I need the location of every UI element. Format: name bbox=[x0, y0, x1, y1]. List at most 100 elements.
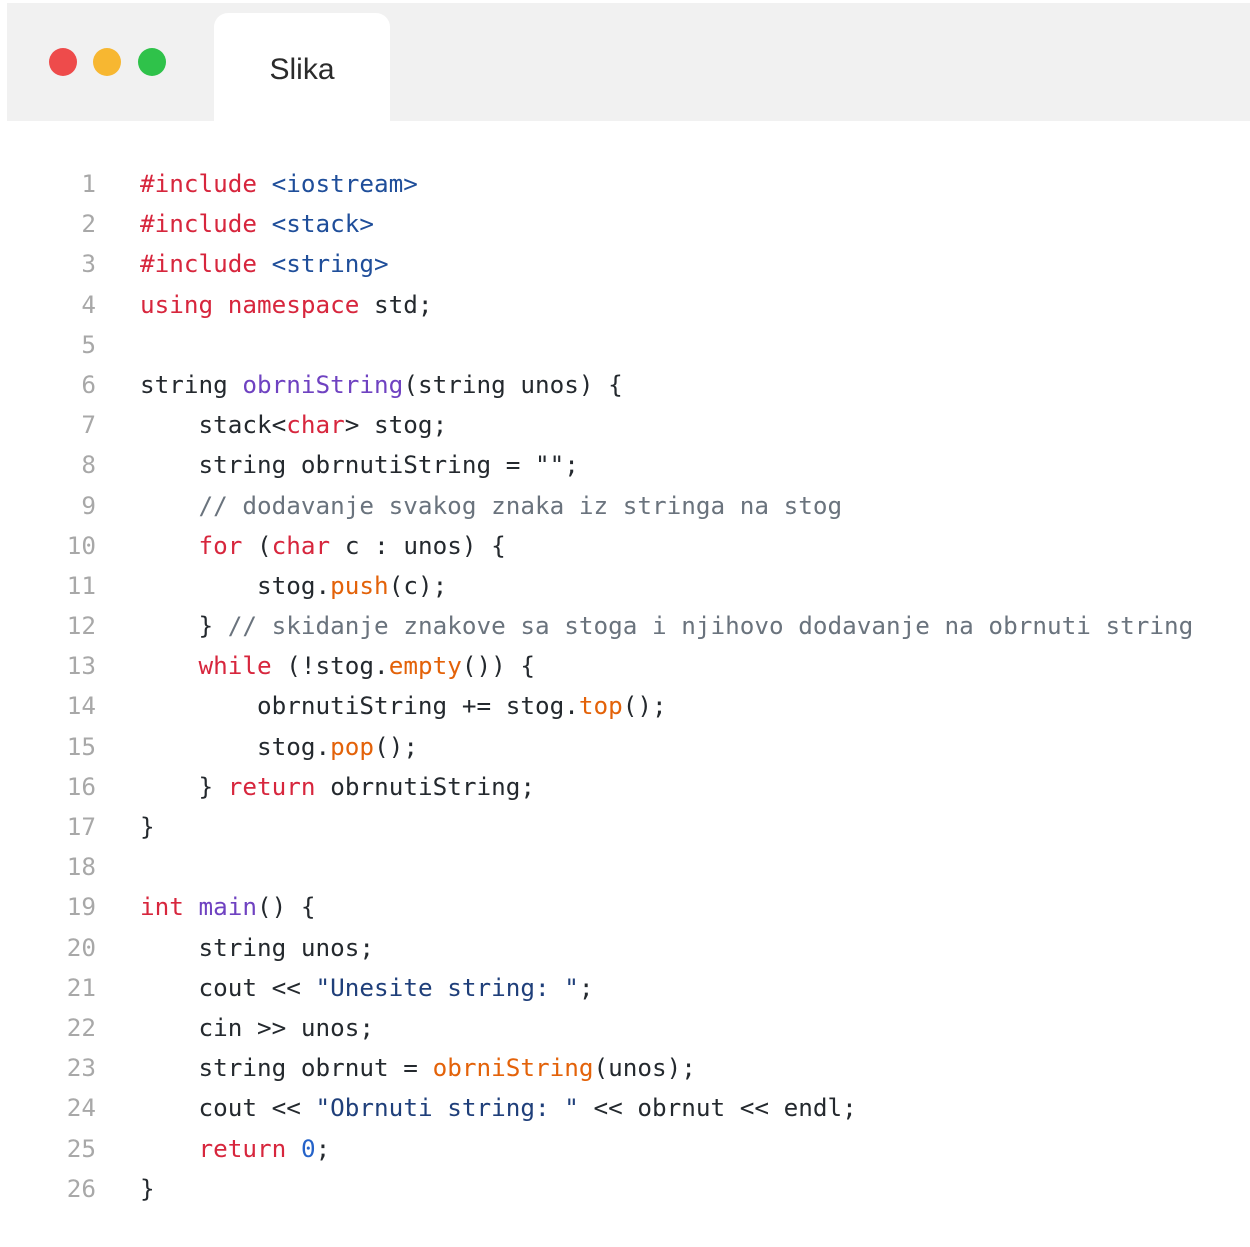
code-token: using namespace bbox=[140, 289, 360, 319]
code-token: top bbox=[578, 691, 623, 721]
code-editor[interactable]: 1 #include <iostream> 2 #include <stack> 3 #i… bbox=[0, 164, 1250, 1209]
code-text: string unos; bbox=[140, 928, 375, 968]
line-number: 16 bbox=[66, 771, 96, 801]
code-text: #include <iostream> bbox=[140, 164, 418, 204]
code-text: string obrnut = obrniString(unos); bbox=[140, 1048, 696, 1088]
line-number: 4 bbox=[81, 289, 96, 319]
line-number: 22 bbox=[66, 1012, 96, 1042]
code-token: empty bbox=[388, 651, 462, 681]
code-line: 1 #include <iostream> bbox=[0, 164, 1250, 204]
line-number: 19 bbox=[66, 892, 96, 922]
code-line: 13 while (!stog.empty()) { bbox=[0, 646, 1250, 686]
code-line: 20 string unos; bbox=[0, 928, 1250, 968]
line-number: 9 bbox=[81, 490, 96, 520]
line-number: 8 bbox=[81, 450, 96, 480]
code-text: } // skidanje znakove sa stoga i njihovo… bbox=[140, 606, 1194, 646]
code-text: #include <string> bbox=[140, 244, 389, 284]
code-line: 16 } return obrnutiString; bbox=[0, 767, 1250, 807]
code-line: 14 obrnutiString += stog.top(); bbox=[0, 686, 1250, 726]
line-number: 18 bbox=[66, 852, 96, 882]
code-token: (!stog. bbox=[271, 651, 389, 681]
code-token: ; bbox=[315, 1133, 331, 1163]
code-token: <string> bbox=[271, 249, 389, 279]
code-token: ()) { bbox=[461, 651, 535, 681]
line-number: 3 bbox=[81, 249, 96, 279]
code-token: // dodavanje svakog znaka iz stringa na … bbox=[140, 490, 843, 520]
code-token: push bbox=[330, 570, 389, 600]
code-text: } bbox=[140, 807, 155, 847]
title-bar bbox=[7, 3, 1250, 121]
code-token: char bbox=[286, 410, 345, 440]
code-token: obrniString bbox=[242, 369, 404, 399]
code-line: 18 bbox=[0, 847, 1250, 887]
code-window: Slika 1 #include <iostream> 2 #include <sta… bbox=[0, 0, 1250, 1247]
zoom-button[interactable] bbox=[138, 48, 166, 76]
code-token: while bbox=[198, 651, 272, 681]
code-token: 0 bbox=[300, 1133, 316, 1163]
code-line: 10 for (char c : unos) { bbox=[0, 526, 1250, 566]
code-token: std; bbox=[359, 289, 433, 319]
code-token: string bbox=[140, 369, 243, 399]
code-text: cout << "Obrnuti string: " << obrnut << … bbox=[140, 1088, 857, 1128]
code-text: cin >> unos; bbox=[140, 1008, 375, 1048]
code-token: stog. bbox=[140, 570, 331, 600]
code-line: 4 using namespace std; bbox=[0, 285, 1250, 325]
code-token: char bbox=[271, 530, 331, 560]
code-text: string obrnutiString = ""; bbox=[140, 445, 579, 485]
code-token: return bbox=[227, 771, 316, 801]
line-number: 20 bbox=[66, 932, 96, 962]
code-line: 2 #include <stack> bbox=[0, 204, 1250, 244]
line-number: 14 bbox=[66, 691, 96, 721]
code-token: // skidanje znakove sa stoga i njihovo d… bbox=[227, 611, 1194, 641]
code-line: 26} bbox=[0, 1169, 1250, 1209]
code-token: } bbox=[140, 1173, 155, 1203]
code-line: 7 stack<char> stog; bbox=[0, 405, 1250, 445]
code-token: ( bbox=[242, 530, 272, 560]
code-token: obrnutiString += stog. bbox=[140, 691, 579, 721]
minimize-button[interactable] bbox=[93, 48, 121, 76]
line-number: 11 bbox=[66, 570, 96, 600]
code-text: for (char c : unos) { bbox=[140, 526, 506, 566]
line-number: 21 bbox=[66, 972, 96, 1002]
code-text: int main() { bbox=[140, 887, 316, 927]
code-text: cout << "Unesite string: "; bbox=[140, 968, 594, 1008]
code-text: #include <stack> bbox=[140, 204, 374, 244]
code-line: 24 cout << "Obrnuti string: " << obrnut … bbox=[0, 1088, 1250, 1128]
code-token: } bbox=[140, 812, 155, 841]
line-number: 2 bbox=[81, 209, 96, 239]
code-token: #include bbox=[140, 169, 272, 198]
code-token: #include bbox=[140, 249, 272, 279]
code-token: > stog; bbox=[344, 410, 448, 440]
code-line: 12 } // skidanje znakove sa stoga i njih… bbox=[0, 606, 1250, 646]
code-text: stog.push(c); bbox=[140, 566, 447, 606]
code-token: cout << bbox=[140, 1093, 316, 1123]
code-token: () { bbox=[257, 892, 316, 922]
code-token: int bbox=[140, 892, 184, 922]
line-number: 5 bbox=[81, 329, 96, 359]
code-line: 3 #include <string> bbox=[0, 244, 1250, 284]
line-number: 1 bbox=[81, 169, 96, 198]
code-line: 11 stog.push(c); bbox=[0, 566, 1250, 606]
code-token: stog. bbox=[140, 731, 331, 761]
code-token: "Unesite string: " bbox=[315, 972, 579, 1002]
tab-slika[interactable]: Slika bbox=[214, 13, 390, 123]
code-token: string unos; bbox=[140, 932, 375, 962]
code-token: string obrnut = bbox=[140, 1053, 433, 1083]
close-button[interactable] bbox=[49, 48, 77, 76]
line-number: 23 bbox=[66, 1053, 96, 1083]
line-number: 7 bbox=[81, 410, 96, 440]
code-line: 25 return 0; bbox=[0, 1129, 1250, 1169]
code-line: 21 cout << "Unesite string: "; bbox=[0, 968, 1250, 1008]
code-token: c : unos) { bbox=[330, 530, 506, 560]
code-line: 22 cin >> unos; bbox=[0, 1008, 1250, 1048]
code-text: } bbox=[140, 1169, 155, 1209]
line-number: 25 bbox=[66, 1133, 96, 1163]
code-token: <stack> bbox=[271, 209, 375, 239]
code-line: 17} bbox=[0, 807, 1250, 847]
code-token: stack< bbox=[140, 410, 287, 440]
code-token: cout << bbox=[140, 972, 316, 1002]
code-token: <iostream> bbox=[271, 169, 418, 198]
